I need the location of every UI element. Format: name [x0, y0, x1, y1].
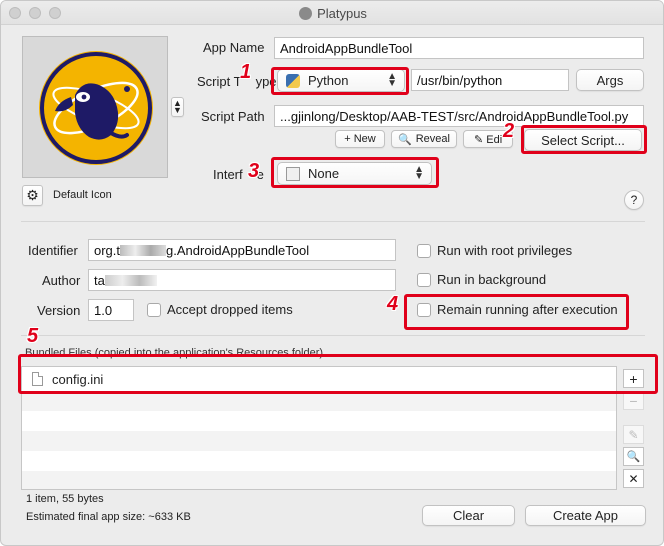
table-row-empty	[22, 391, 616, 411]
clear-button[interactable]: Clear	[422, 505, 515, 526]
annotation-number-4: 4	[387, 293, 399, 315]
root-privileges-checkbox[interactable]: Run with root privileges	[417, 243, 572, 258]
annotation-number-2: 2	[503, 120, 515, 142]
reveal-label: Reveal	[415, 133, 450, 145]
identifier-label: Identifier	[28, 243, 78, 258]
interface-label-a: Interf	[213, 167, 243, 182]
redacted-block	[120, 245, 167, 256]
close-icon: ✕	[628, 471, 639, 486]
root-privileges-label: Run with root privileges	[437, 243, 573, 258]
reveal-script-button[interactable]: 🔍 Reveal	[391, 130, 457, 148]
version-field[interactable]: 1.0	[88, 299, 134, 321]
version-label: Version	[37, 303, 81, 318]
identifier-value-b: g.AndroidAppBundleTool	[166, 243, 310, 258]
annotation-box-4	[404, 294, 629, 330]
checkbox-box	[417, 243, 431, 258]
clear-files-button[interactable]: ✕	[623, 469, 644, 488]
gear-icon: ⚙	[26, 187, 39, 203]
app-name-label: App Name	[203, 40, 265, 55]
accept-dropped-label: Accept dropped items	[167, 302, 293, 317]
identifier-value-a: org.t	[94, 243, 121, 258]
app-name-field[interactable]: AndroidAppBundleTool	[274, 37, 644, 59]
separator	[21, 221, 645, 222]
args-button[interactable]: Args	[576, 69, 644, 91]
accept-dropped-checkbox[interactable]: Accept dropped items	[147, 302, 293, 317]
table-row-empty	[22, 431, 616, 451]
icon-settings-button[interactable]: ⚙	[22, 185, 43, 206]
platypus-app-icon	[299, 7, 313, 20]
icon-stepper[interactable]: ▲ ▼	[171, 97, 184, 117]
new-script-button[interactable]: + New	[335, 130, 385, 148]
redacted-block	[104, 275, 157, 286]
help-button[interactable]: ?	[624, 190, 644, 210]
create-app-button[interactable]: Create App	[525, 505, 646, 526]
annotation-box-1	[271, 67, 409, 95]
checkbox-box	[147, 302, 161, 317]
author-field[interactable]: ta	[88, 269, 396, 291]
window-title: Platypus	[317, 6, 367, 21]
annotation-number-3: 3	[248, 160, 260, 182]
interpreter-path-field[interactable]: /usr/bin/python	[411, 69, 569, 91]
background-label: Run in background	[437, 272, 547, 287]
script-type-label-a: Script T	[197, 74, 242, 89]
app-icon-well[interactable]	[22, 36, 168, 178]
window-title-wrap: Platypus	[1, 6, 663, 21]
title-bar: Platypus	[1, 1, 663, 25]
identifier-field[interactable]: org.t g.AndroidAppBundleTool	[88, 239, 396, 261]
annotation-box-5	[18, 354, 658, 394]
default-icon-label: Default Icon	[53, 189, 112, 201]
annotation-box-2	[521, 125, 647, 154]
pencil-icon: ✎	[628, 427, 639, 442]
checkbox-box	[417, 272, 431, 287]
magnifier-icon: 🔍	[626, 451, 641, 463]
script-type-label: Script Type	[197, 74, 277, 89]
author-value: ta	[94, 273, 105, 288]
platypus-window: Platypus ▲ ▼ ⚙ Default Icon App Name Andr…	[0, 0, 664, 546]
annotation-box-3	[271, 157, 439, 188]
separator	[21, 335, 645, 336]
script-path-field[interactable]: ...gjinlong/Desktop/AAB-TEST/src/Android…	[274, 105, 644, 127]
table-row-empty	[22, 411, 616, 431]
chevron-down-icon: ▼	[173, 105, 182, 115]
reveal-icon: 🔍	[398, 133, 412, 146]
items-count-text: 1 item, 55 bytes	[26, 493, 104, 505]
estimated-size-text: Estimated final app size: ~633 KB	[26, 511, 191, 523]
platypus-logo-icon	[39, 51, 153, 165]
background-checkbox[interactable]: Run in background	[417, 272, 546, 287]
table-row-empty	[22, 471, 616, 489]
author-label: Author	[42, 273, 81, 288]
annotation-number-5: 5	[27, 325, 39, 347]
reveal-file-button[interactable]: 🔍	[623, 447, 644, 466]
script-path-label: Script Path	[201, 109, 265, 124]
table-row-empty	[22, 451, 616, 471]
annotation-number-1: 1	[240, 61, 252, 83]
edit-file-button[interactable]: ✎	[623, 425, 644, 444]
